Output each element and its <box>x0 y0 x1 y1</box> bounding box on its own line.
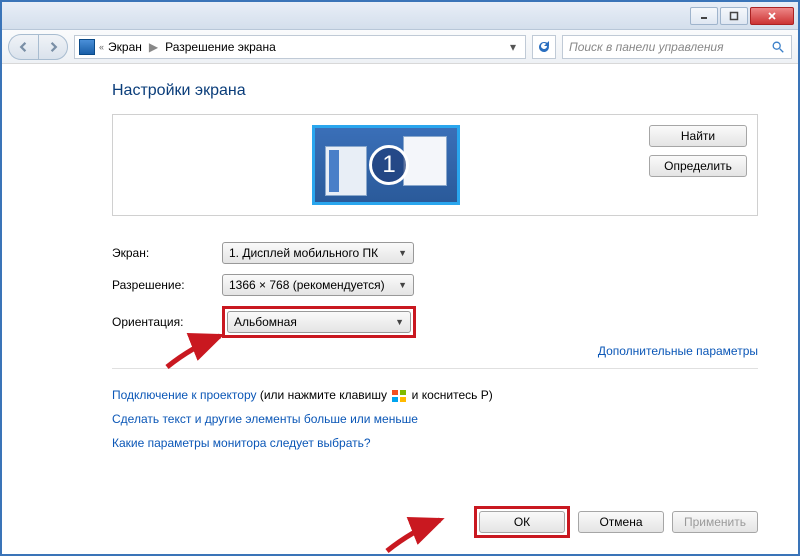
monitor-preview[interactable]: 1 <box>312 125 460 205</box>
advanced-settings-link[interactable]: Дополнительные параметры <box>598 344 758 358</box>
page-title: Настройки экрана <box>112 82 758 100</box>
cancel-button[interactable]: Отмена <box>578 511 664 533</box>
display-dropdown[interactable]: 1. Дисплей мобильного ПК ▼ <box>222 242 414 264</box>
chevron-down-icon: ▼ <box>395 317 404 327</box>
highlight-box: Альбомная ▼ <box>222 306 416 338</box>
whichmonitor-link[interactable]: Какие параметры монитора следует выбрать… <box>112 436 371 450</box>
orientation-label: Ориентация: <box>112 315 222 329</box>
windows-key-icon <box>392 390 406 402</box>
chevron-right-icon: ▶ <box>149 40 158 54</box>
projector-hint-a: (или нажмите клавишу <box>257 388 391 402</box>
annotation-arrow <box>382 516 452 559</box>
orientation-dropdown[interactable]: Альбомная ▼ <box>227 311 411 333</box>
display-label: Экран: <box>112 246 222 260</box>
textsize-link[interactable]: Сделать текст и другие элементы больше и… <box>112 412 418 426</box>
orientation-value: Альбомная <box>234 315 297 329</box>
preview-window-icon <box>403 136 447 186</box>
search-input[interactable]: Поиск в панели управления <box>562 35 792 59</box>
minimize-button[interactable] <box>690 7 718 25</box>
detect-button[interactable]: Найти <box>649 125 747 147</box>
maximize-button[interactable] <box>720 7 748 25</box>
highlight-box: ОК <box>474 506 570 538</box>
projector-link[interactable]: Подключение к проектору <box>112 388 257 402</box>
display-value: 1. Дисплей мобильного ПК <box>229 246 378 260</box>
display-preview-panel: 1 Найти Определить <box>112 114 758 216</box>
nav-back-button[interactable] <box>8 34 38 60</box>
resolution-value: 1366 × 768 (рекомендуется) <box>229 278 385 292</box>
monitor-number-badge: 1 <box>369 145 409 185</box>
nav-forward-button[interactable] <box>38 34 68 60</box>
apply-button: Применить <box>672 511 758 533</box>
search-icon <box>771 40 785 54</box>
refresh-button[interactable] <box>532 35 556 59</box>
breadcrumb-prefix: « <box>99 42 104 52</box>
breadcrumb-item[interactable]: Разрешение экрана <box>165 40 276 54</box>
chevron-down-icon: ▼ <box>398 280 407 290</box>
divider <box>112 368 758 369</box>
control-panel-icon <box>79 39 95 55</box>
chevron-down-icon: ▼ <box>398 248 407 258</box>
identify-button[interactable]: Определить <box>649 155 747 177</box>
ok-button[interactable]: ОК <box>479 511 565 533</box>
address-bar[interactable]: « Экран ▶ Разрешение экрана ▾ <box>74 35 526 59</box>
close-button[interactable] <box>750 7 794 25</box>
projector-hint-b: и коснитесь P) <box>408 388 492 402</box>
resolution-dropdown[interactable]: 1366 × 768 (рекомендуется) ▼ <box>222 274 414 296</box>
search-placeholder: Поиск в панели управления <box>569 40 771 54</box>
resolution-label: Разрешение: <box>112 278 222 292</box>
address-dropdown[interactable]: ▾ <box>505 40 521 54</box>
breadcrumb-item[interactable]: Экран <box>108 40 142 54</box>
preview-window-icon <box>325 146 367 196</box>
